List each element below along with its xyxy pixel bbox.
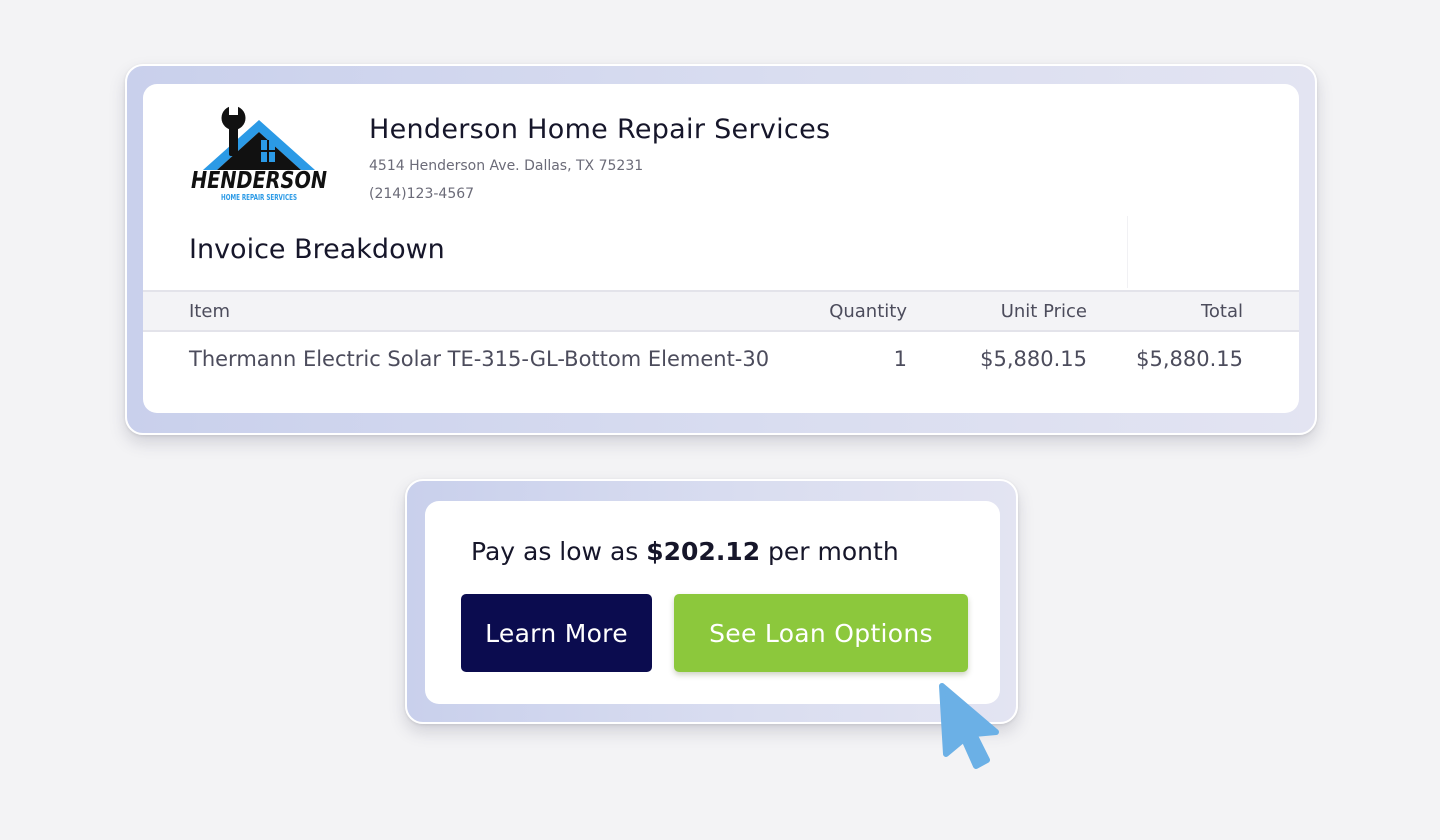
monthly-payment-amount: $202.12 — [646, 537, 761, 566]
divider — [1127, 216, 1128, 288]
logo-wordmark: HENDERSON — [191, 168, 327, 194]
invoice-title: Invoice Breakdown — [189, 234, 445, 265]
learn-more-button[interactable]: Learn More — [461, 594, 652, 672]
see-loan-options-button[interactable]: See Loan Options — [674, 594, 968, 672]
invoice-card: HENDERSON HOME REPAIR SERVICES Henderson… — [143, 84, 1299, 413]
row-quantity: 1 — [893, 347, 907, 371]
financing-frame: Pay as low as $202.12 per month Learn Mo… — [405, 479, 1018, 724]
table-row: Thermann Electric Solar TE-315-GL-Bottom… — [143, 342, 1299, 382]
mouse-pointer-icon — [939, 683, 999, 769]
payment-prefix: Pay as low as — [471, 537, 647, 566]
company-logo: HENDERSON HOME REPAIR SERVICES — [191, 104, 327, 202]
column-header-item: Item — [189, 301, 230, 322]
payment-suffix: per month — [760, 537, 899, 566]
financing-card: Pay as low as $202.12 per month Learn Mo… — [425, 501, 1000, 704]
logo-tagline: HOME REPAIR SERVICES — [221, 193, 297, 202]
company-name: Henderson Home Repair Services — [369, 114, 831, 145]
column-header-unit-price: Unit Price — [1000, 301, 1087, 322]
company-phone: (214)123-4567 — [369, 186, 475, 202]
row-unit-price: $5,880.15 — [980, 347, 1087, 371]
monthly-payment-text: Pay as low as $202.12 per month — [471, 537, 899, 566]
company-address: 4514 Henderson Ave. Dallas, TX 75231 — [369, 158, 644, 174]
column-header-total: Total — [1200, 301, 1243, 322]
logo-wrench-jaw — [229, 104, 238, 115]
invoice-frame: HENDERSON HOME REPAIR SERVICES Henderson… — [125, 64, 1317, 435]
row-total: $5,880.15 — [1136, 347, 1243, 371]
row-item-name: Thermann Electric Solar TE-315-GL-Bottom… — [189, 347, 770, 371]
marketing-stage: HENDERSON HOME REPAIR SERVICES Henderson… — [0, 0, 1440, 840]
table-header: Item Quantity Unit Price Total — [143, 290, 1299, 332]
column-header-quantity: Quantity — [829, 301, 907, 322]
